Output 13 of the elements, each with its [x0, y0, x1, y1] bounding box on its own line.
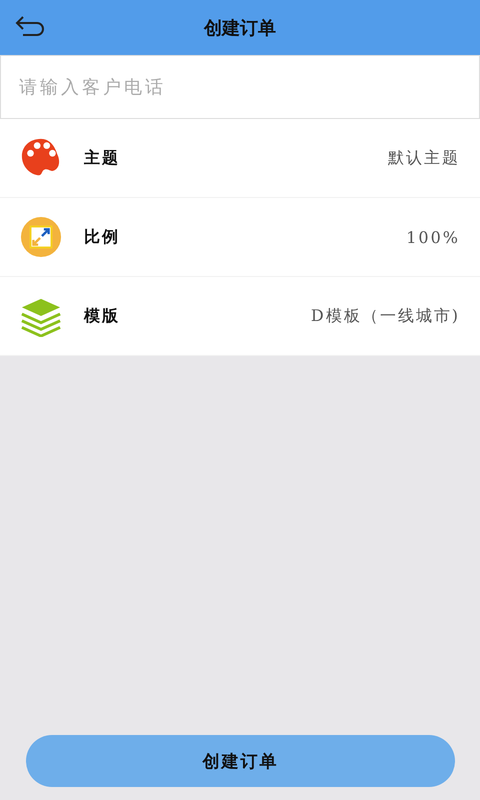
settings-row[interactable]: 主题 默认主题 — [0, 119, 480, 198]
setting-label: 比例 — [84, 226, 120, 248]
setting-label: 主题 — [84, 148, 120, 168]
create-order-button[interactable]: 创建订单 — [26, 735, 455, 787]
page-title: 创建订单 — [204, 16, 276, 40]
setting-label: 模版 — [84, 306, 120, 326]
settings-row[interactable]: 比例 100% — [0, 198, 480, 277]
setting-value: 100% — [406, 228, 460, 246]
settings-row[interactable]: 模版 D模板（一线城市) — [0, 277, 480, 356]
setting-value: 默认主题 — [388, 148, 460, 168]
setting-value: D模板（一线城市) — [310, 306, 460, 326]
phone-input-field[interactable]: 请输入客户电话 — [0, 55, 480, 119]
resize-icon — [20, 216, 62, 258]
